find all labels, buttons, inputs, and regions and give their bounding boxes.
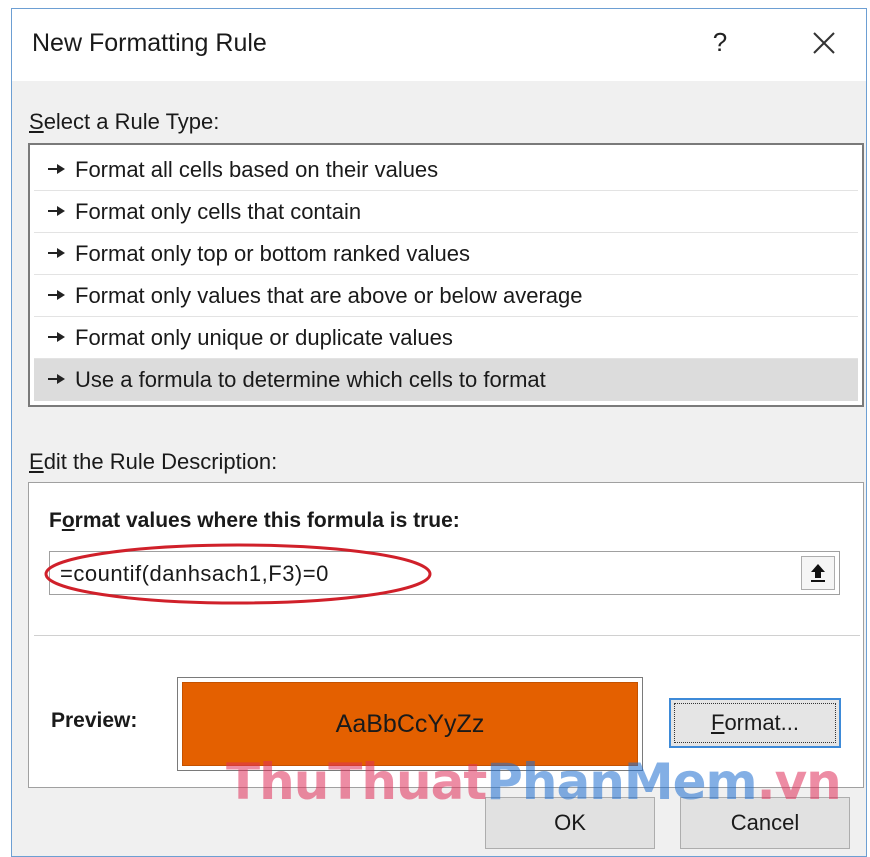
rule-item-label: Format only values that are above or bel… xyxy=(75,282,583,308)
watermark-logo: ThuThuatPhanMem.vn xyxy=(226,753,842,811)
rule-item-label: Format only unique or duplicate values xyxy=(75,324,453,350)
close-icon xyxy=(813,32,835,54)
formula-text: =countif(danhsach1,F3)=0 xyxy=(60,561,329,586)
collapse-dialog-button[interactable] xyxy=(801,556,835,590)
rule-item-top-bottom[interactable]: Format only top or bottom ranked values xyxy=(34,233,858,275)
rule-description-panel: Format values where this formula is true… xyxy=(28,482,864,788)
arrow-right-icon xyxy=(48,330,65,344)
rule-item-all-cells[interactable]: Format all cells based on their values xyxy=(34,149,858,191)
divider xyxy=(34,635,860,636)
arrow-right-icon xyxy=(48,204,65,218)
arrow-right-icon xyxy=(48,246,65,260)
help-button[interactable]: ? xyxy=(705,27,735,63)
formula-label: Format values where this formula is true… xyxy=(49,509,460,532)
rule-item-label: Use a formula to determine which cells t… xyxy=(75,367,546,392)
close-button[interactable] xyxy=(804,23,844,63)
dialog-title: New Formatting Rule xyxy=(32,29,267,57)
rule-item-unique-duplicate[interactable]: Format only unique or duplicate values xyxy=(34,317,858,359)
arrow-right-icon xyxy=(48,288,65,302)
rule-item-label: Format only cells that contain xyxy=(75,198,362,224)
format-button[interactable]: Format... xyxy=(669,698,841,748)
rule-item-use-formula[interactable]: Use a formula to determine which cells t… xyxy=(34,359,858,401)
rule-item-cells-contain[interactable]: Format only cells that contain xyxy=(34,191,858,233)
rule-description-label: Edit the Rule Description: xyxy=(29,449,278,474)
rule-type-list[interactable]: Format all cells based on their values F… xyxy=(28,143,864,407)
arrow-right-icon xyxy=(48,372,65,386)
rule-item-label: Format only top or bottom ranked values xyxy=(75,240,470,266)
collapse-dialog-icon xyxy=(811,564,825,582)
arrow-right-icon xyxy=(48,162,65,176)
formula-input[interactable]: =countif(danhsach1,F3)=0 xyxy=(49,551,840,595)
preview-label: Preview: xyxy=(51,709,138,732)
title-bar: New Formatting Rule ? xyxy=(12,9,866,81)
rule-type-label: Select a Rule Type: xyxy=(29,109,220,134)
rule-item-above-below-average[interactable]: Format only values that are above or bel… xyxy=(34,275,858,317)
new-formatting-rule-dialog: New Formatting Rule ? Select a Rule Type… xyxy=(11,8,867,857)
rule-item-label: Format all cells based on their values xyxy=(75,156,439,182)
